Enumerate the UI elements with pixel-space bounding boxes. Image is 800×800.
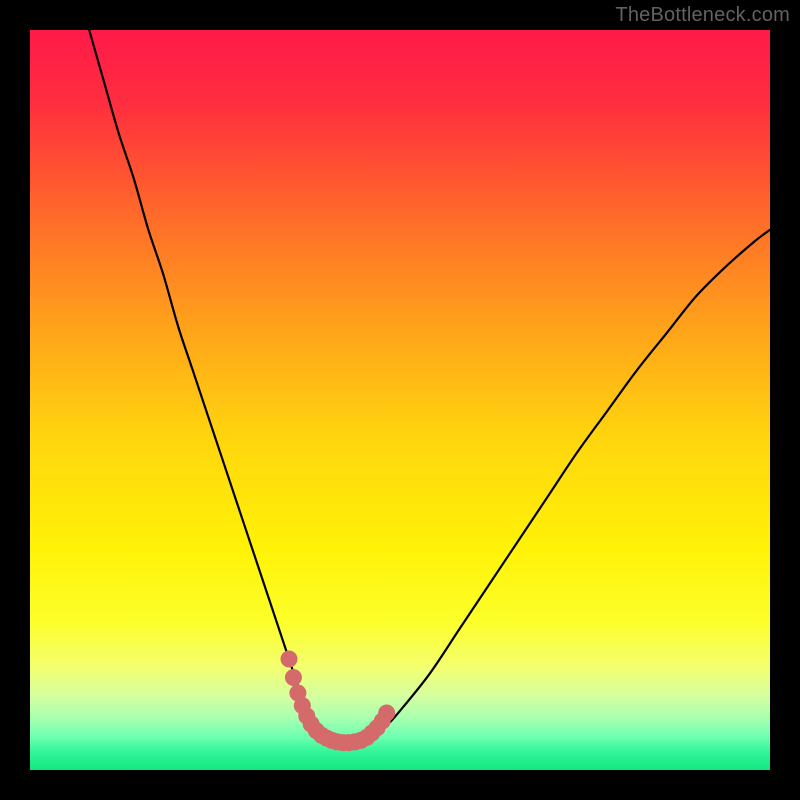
marker-dot [285,669,302,686]
marker-dot [378,705,395,722]
watermark-text: TheBottleneck.com [615,4,790,27]
chart-frame: TheBottleneck.com [0,0,800,800]
chart-svg [30,30,770,770]
bottleneck-curve-line [89,30,770,744]
marker-dot [281,651,298,668]
optimal-zone-marker [281,651,396,752]
plot-area [30,30,770,770]
